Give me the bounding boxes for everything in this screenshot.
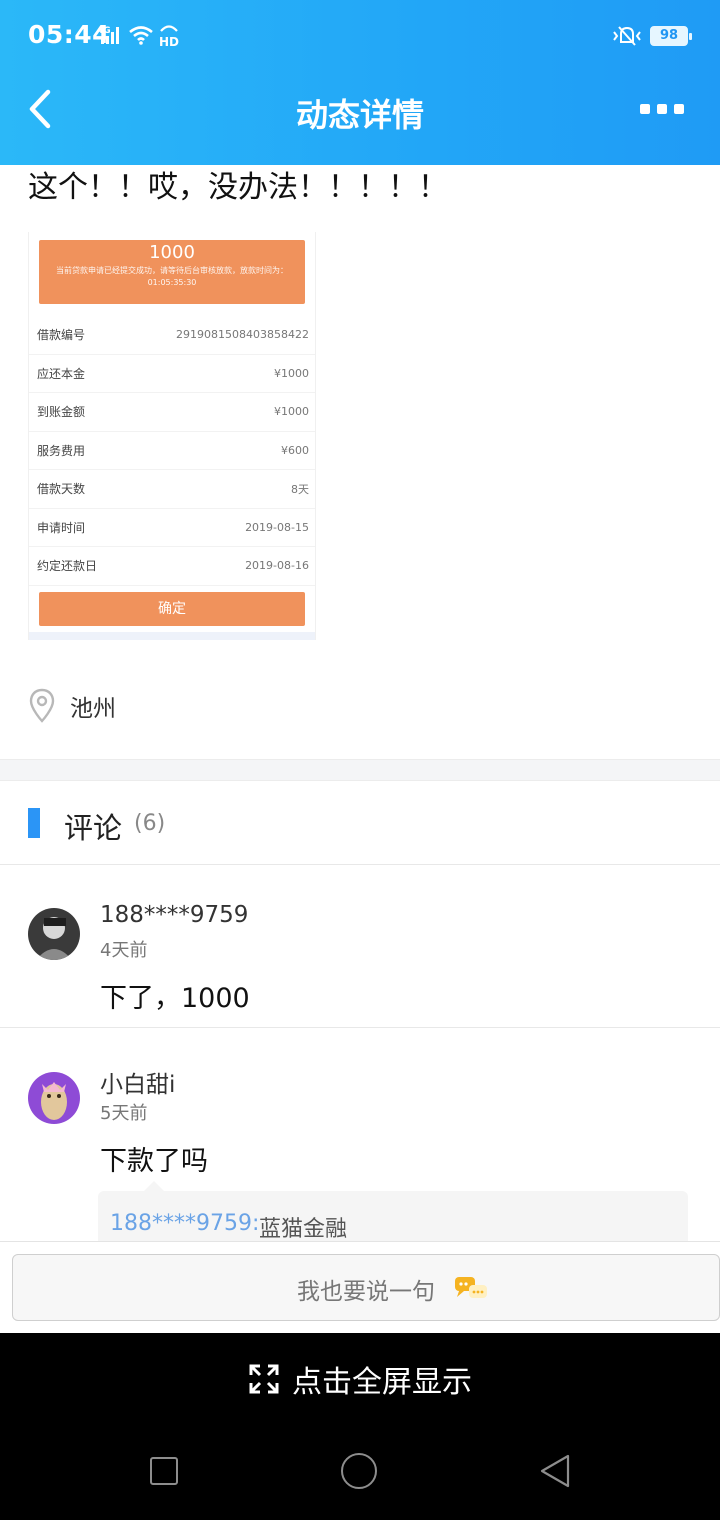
comment-input[interactable]: 我也要说一句 — [12, 1254, 720, 1321]
hd-voice-icon: HD — [158, 22, 180, 52]
receipt-row: 到账金额 ¥1000 — [29, 393, 315, 432]
nav-bar: 动态详情 — [0, 72, 720, 165]
receipt-confirm-button: 确定 — [39, 592, 305, 626]
more-options-button[interactable] — [640, 104, 684, 116]
avatar[interactable] — [28, 908, 80, 960]
receipt-row-value: 2019-08-16 — [245, 559, 309, 573]
app-header: 05:44 4G HD 98 动态详情 — [0, 0, 720, 165]
reply-text: 蓝猫金融 — [259, 1217, 348, 1242]
receipt-row-label: 申请时间 — [37, 520, 86, 535]
fullscreen-button[interactable]: 点击全屏显示 — [0, 1357, 720, 1401]
svg-text:4G: 4G — [97, 26, 111, 36]
page-title: 动态详情 — [295, 96, 424, 134]
comments-count: (6) — [134, 811, 166, 836]
fullscreen-overlay: 点击全屏显示 — [0, 1333, 720, 1520]
comment-username[interactable]: 小白甜i — [100, 1065, 175, 1099]
recent-apps-icon[interactable] — [150, 1457, 178, 1485]
receipt-rows: 借款编号 2919081508403858422 应还本金 ¥1000 到账金额 ¥1… — [29, 316, 315, 586]
comment-text: 下了，1000 — [100, 983, 250, 1014]
receipt-row-value: 2019-08-15 — [245, 520, 309, 534]
comment-item: 小白甜i 5天前 下款了吗 188****9759: 蓝猫金融 — [0, 1029, 720, 1251]
receipt-row-label: 到账金额 — [37, 405, 86, 420]
receipt-notice: 当前贷款申请已经提交成功，请等待后台审核放款，放款时间为：01:05:35:30 — [56, 266, 288, 287]
receipt-row: 申请时间 2019-08-15 — [29, 509, 315, 547]
comment-text: 下款了吗 — [100, 1146, 208, 1177]
comment-time: 5天前 — [100, 1103, 148, 1124]
cellular-signal-icon: 4G — [97, 24, 123, 50]
avatar[interactable] — [28, 1072, 80, 1124]
comment-input-bar: 我也要说一句 — [0, 1241, 720, 1333]
location-text: 池州 — [70, 696, 116, 722]
comment-username[interactable]: 188****9759 — [100, 902, 248, 928]
svg-text:HD: HD — [159, 35, 179, 48]
more-dot-icon — [657, 104, 667, 114]
section-divider — [0, 759, 720, 781]
expand-icon — [249, 1364, 279, 1394]
more-dot-icon — [674, 104, 684, 114]
reply-username[interactable]: 188****9759: — [110, 1211, 259, 1236]
receipt-row-value: ¥1000 — [274, 405, 309, 419]
receipt-row-label: 借款编号 — [37, 328, 86, 343]
system-nav-bar — [0, 1451, 720, 1495]
comment-input-placeholder: 我也要说一句 — [297, 1279, 435, 1305]
receipt-row-label: 约定还款日 — [37, 559, 98, 574]
vibrate-icon — [612, 24, 642, 52]
receipt-row: 借款天数 8天 — [29, 470, 315, 509]
receipt-row: 约定还款日 2019-08-16 — [29, 547, 315, 586]
receipt-row: 应还本金 ¥1000 — [29, 355, 315, 393]
receipt-row-label: 应还本金 — [37, 366, 86, 381]
comments-title: 评论 — [64, 811, 123, 845]
status-bar: 05:44 4G HD 98 — [0, 0, 720, 72]
comment-item: 188****9759 4天前 下了，1000 — [0, 866, 720, 1028]
back-triangle-icon[interactable] — [538, 1453, 572, 1489]
post-location: 池州 — [28, 686, 116, 726]
fullscreen-label: 点击全屏显示 — [292, 1365, 472, 1400]
receipt-row: 借款编号 2919081508403858422 — [29, 316, 315, 355]
location-pin-icon — [29, 688, 55, 723]
section-accent-bar — [28, 808, 40, 838]
receipt-row-label: 借款天数 — [37, 482, 86, 497]
more-dot-icon — [640, 104, 650, 114]
receipt-amount: 1000 — [149, 242, 195, 263]
receipt-bottom-strip — [29, 632, 315, 640]
home-icon[interactable] — [341, 1453, 377, 1489]
chat-bubble-icon — [455, 1277, 487, 1298]
battery-indicator: 98 — [650, 26, 692, 46]
comment-time: 4天前 — [100, 940, 148, 961]
receipt-row: 服务费用 ¥600 — [29, 432, 315, 470]
receipt-row-value: 8天 — [291, 482, 309, 496]
receipt-row-label: 服务费用 — [37, 443, 86, 458]
wifi-icon — [128, 24, 154, 50]
post-text: 这个！！哎，没办法！！！！！ — [28, 170, 448, 205]
receipt-banner: 1000 当前贷款申请已经提交成功，请等待后台审核放款，放款时间为：01:05:… — [39, 240, 305, 304]
post-image[interactable]: 1000 当前贷款申请已经提交成功，请等待后台审核放款，放款时间为：01:05:… — [28, 232, 316, 640]
comments-header: 评论 (6) — [0, 781, 720, 865]
receipt-row-value: ¥1000 — [274, 366, 309, 380]
receipt-row-value: ¥600 — [281, 443, 309, 457]
receipt-row-value: 2919081508403858422 — [176, 328, 309, 342]
